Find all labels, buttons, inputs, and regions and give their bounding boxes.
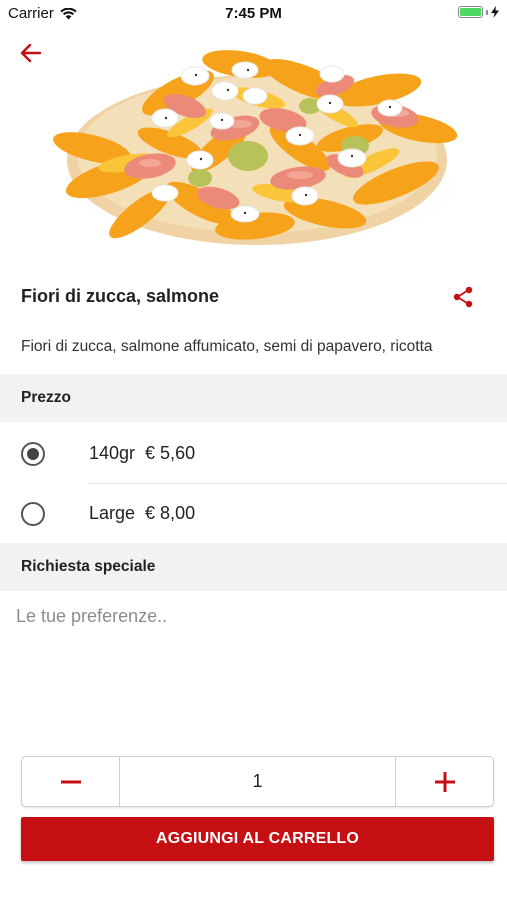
decrease-quantity-button[interactable] xyxy=(22,757,120,806)
battery-level xyxy=(460,8,481,16)
product-header: Fiori di zucca, salmone xyxy=(0,276,507,318)
special-request-header: Richiesta speciale xyxy=(0,543,507,591)
share-button[interactable] xyxy=(449,283,477,311)
special-request-title: Richiesta speciale xyxy=(21,558,156,575)
minus-icon xyxy=(60,780,81,783)
increase-quantity-button[interactable] xyxy=(395,757,493,806)
plus-icon xyxy=(434,771,455,792)
product-image xyxy=(0,28,507,268)
status-bar: Carrier 7:45 PM xyxy=(0,0,507,28)
radio-button[interactable] xyxy=(21,502,45,526)
add-to-cart-label: AGGIUNGI AL CARRELLO xyxy=(155,830,360,847)
quantity-stepper: 1 xyxy=(21,756,494,807)
charging-bolt-icon xyxy=(491,6,499,18)
price-option-label: Large € 8,00 xyxy=(89,503,196,523)
share-icon xyxy=(453,286,473,308)
price-section-title: Prezzo xyxy=(21,389,71,406)
arrow-left-icon xyxy=(20,43,42,63)
clock: 7:45 PM xyxy=(225,5,282,22)
special-request-input[interactable] xyxy=(0,598,507,738)
quantity-value: 1 xyxy=(252,771,263,791)
price-option-140gr[interactable]: 140gr € 5,60 xyxy=(0,424,507,484)
radio-button-selected[interactable] xyxy=(21,442,45,466)
price-option-label: 140gr € 5,60 xyxy=(89,443,196,463)
back-button[interactable] xyxy=(12,36,50,70)
price-section-header: Prezzo xyxy=(0,374,507,422)
price-option-large[interactable]: Large € 8,00 xyxy=(0,484,507,544)
battery-indicator xyxy=(458,6,499,18)
battery-icon xyxy=(458,6,483,18)
product-title: Fiori di zucca, salmone xyxy=(21,286,220,306)
add-to-cart-button[interactable]: AGGIUNGI AL CARRELLO xyxy=(21,817,494,861)
product-description: Fiori di zucca, salmone affumicato, semi… xyxy=(21,338,433,355)
